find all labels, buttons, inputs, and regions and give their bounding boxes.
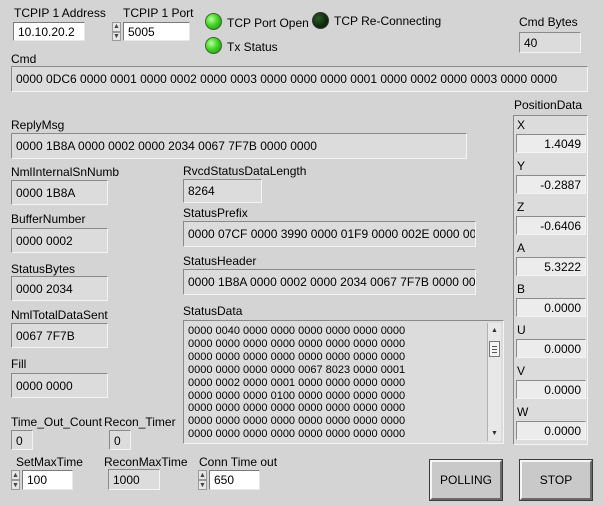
status-header-label: StatusHeader — [183, 254, 257, 268]
decrement-arrow-icon[interactable]: ▼ — [112, 31, 121, 41]
increment-arrow-icon[interactable]: ▲ — [112, 22, 121, 32]
position-data-label: PositionData — [514, 98, 583, 112]
increment-arrow-icon[interactable]: ▲ — [11, 470, 20, 480]
axis-z-value: -0.6406 — [516, 216, 586, 235]
status-data-box[interactable]: 0000 0040 0000 0000 0000 0000 0000 0000 … — [183, 320, 504, 444]
tcpip-port-label: TCPIP 1 Port — [123, 6, 194, 20]
nml-total-data-sent-value: 0067 7F7B — [11, 323, 108, 348]
status-data-line: 0000 0002 0000 0001 0000 0000 0000 0000 — [188, 376, 406, 389]
rcvd-status-data-length-value: 8264 — [183, 179, 262, 203]
tcpip-port-input[interactable] — [123, 22, 190, 41]
polling-button[interactable]: POLLING — [429, 459, 503, 501]
decrement-arrow-icon[interactable]: ▼ — [11, 480, 20, 490]
axis-w-label: W — [517, 405, 529, 419]
fill-value: 0000 0000 — [11, 373, 108, 398]
tcpip-address-input[interactable] — [13, 22, 85, 41]
tcp-port-open-label: TCP Port Open — [227, 16, 309, 30]
tx-status-label: Tx Status — [227, 40, 278, 54]
tcpip-address-label: TCPIP 1 Address — [14, 6, 106, 20]
recon-timer-label: Recon_Timer — [104, 415, 176, 429]
scroll-thumb[interactable] — [489, 341, 500, 357]
time-out-count-label: Time_Out_Count — [11, 415, 102, 429]
status-data-line: 0000 0000 0000 0000 0000 0000 0000 0000 — [188, 415, 406, 428]
axis-x-label: X — [517, 118, 526, 132]
scroll-up-arrow-icon[interactable]: ▲ — [489, 325, 500, 336]
axis-b-label: B — [517, 282, 526, 296]
cmd-bytes-value: 40 — [519, 32, 581, 53]
set-max-time-spinner[interactable]: ▲ ▼ — [11, 470, 20, 490]
axis-y-label: Y — [517, 159, 526, 173]
set-max-time-label: SetMaxTime — [16, 455, 83, 469]
status-data-line: 0000 0040 0000 0000 0000 0000 0000 0000 — [188, 325, 406, 337]
axis-v-value: 0.0000 — [516, 380, 586, 399]
axis-y-value: -0.2887 — [516, 175, 586, 194]
axis-a-value: 5.3222 — [516, 257, 586, 276]
recon-timer-value: 0 — [109, 430, 131, 450]
status-data-line: 0000 0000 0000 0000 0000 0000 0000 0000 — [188, 350, 406, 363]
position-data-panel: X 1.4049 Y -0.2887 Z -0.6406 A 5.3222 B … — [513, 115, 588, 445]
time-out-count-value: 0 — [11, 430, 33, 450]
reply-msg-value: 0000 1B8A 0000 0002 0000 2034 0067 7F7B … — [11, 133, 467, 159]
axis-z-label: Z — [517, 200, 525, 214]
rcvd-status-data-length-label: RvcdStatusDataLength — [183, 164, 307, 178]
conn-time-out-spinner[interactable]: ▲ ▼ — [198, 470, 207, 490]
tcp-port-open-led-icon — [205, 13, 222, 30]
status-prefix-label: StatusPrefix — [183, 206, 248, 220]
status-data-lines: 0000 0040 0000 0000 0000 0000 0000 0000 … — [188, 325, 405, 441]
axis-a-label: A — [517, 241, 526, 255]
tcpip-port-spinner[interactable]: ▲ ▼ — [112, 22, 121, 41]
decrement-arrow-icon[interactable]: ▼ — [198, 480, 207, 490]
status-bytes-value: 0000 2034 — [11, 276, 108, 301]
tcp-reconnecting-led-icon — [312, 12, 329, 29]
axis-w-value: 0.0000 — [516, 421, 586, 440]
nml-internal-sn-value: 0000 1B8A — [11, 180, 108, 205]
status-prefix-value: 0000 07CF 0000 3990 0000 01F9 0000 002E … — [183, 221, 476, 247]
scroll-down-arrow-icon[interactable]: ▼ — [489, 428, 500, 439]
reply-msg-label: ReplyMsg — [11, 118, 65, 132]
cmd-bytes-label: Cmd Bytes — [519, 15, 578, 29]
buffer-number-value: 0000 0002 — [11, 228, 108, 253]
recon-max-time-value: 1000 — [108, 469, 160, 490]
status-data-line: 0000 0000 0000 0000 0000 0000 0000 0000 — [188, 402, 406, 415]
status-data-scrollbar[interactable]: ▲ ▼ — [487, 323, 501, 441]
tcp-reconnecting-label: TCP Re-Connecting — [334, 14, 442, 28]
status-data-label: StatusData — [183, 304, 243, 318]
status-header-value: 0000 1B8A 0000 0002 0000 2034 0067 7F7B … — [183, 269, 476, 295]
increment-arrow-icon[interactable]: ▲ — [198, 470, 207, 480]
status-data-line: 0000 0000 0000 0000 0000 0000 0000 0000 — [188, 428, 406, 441]
recon-max-time-label: ReconMaxTime — [104, 455, 188, 469]
tx-status-led-icon — [205, 37, 222, 54]
buffer-number-label: BufferNumber — [11, 212, 86, 226]
set-max-time-input[interactable] — [22, 470, 73, 490]
nml-total-data-sent-label: NmlTotalDataSent — [11, 308, 108, 322]
axis-u-value: 0.0000 — [516, 339, 586, 358]
status-data-line: 0000 0000 0000 0100 0000 0000 0000 0000 — [188, 389, 406, 402]
fill-label: Fill — [11, 357, 27, 371]
status-bytes-label: StatusBytes — [11, 262, 76, 276]
cmd-value: 0000 0DC6 0000 0001 0000 0002 0000 0003 … — [11, 66, 588, 92]
status-data-line: 0000 0000 0000 0000 0067 8023 0000 0001 — [188, 363, 406, 376]
nml-internal-sn-label: NmlInternalSnNumb — [11, 165, 120, 179]
conn-time-out-input[interactable] — [209, 470, 260, 490]
axis-x-value: 1.4049 — [516, 134, 586, 153]
stop-button[interactable]: STOP — [519, 459, 593, 501]
cmd-label: Cmd — [11, 52, 37, 66]
axis-u-label: U — [517, 323, 526, 337]
axis-v-label: V — [517, 364, 526, 378]
axis-b-value: 0.0000 — [516, 298, 586, 317]
status-data-line: 0000 0000 0000 0000 0000 0000 0000 0000 — [188, 337, 406, 350]
conn-time-out-label: Conn Time out — [199, 455, 278, 469]
